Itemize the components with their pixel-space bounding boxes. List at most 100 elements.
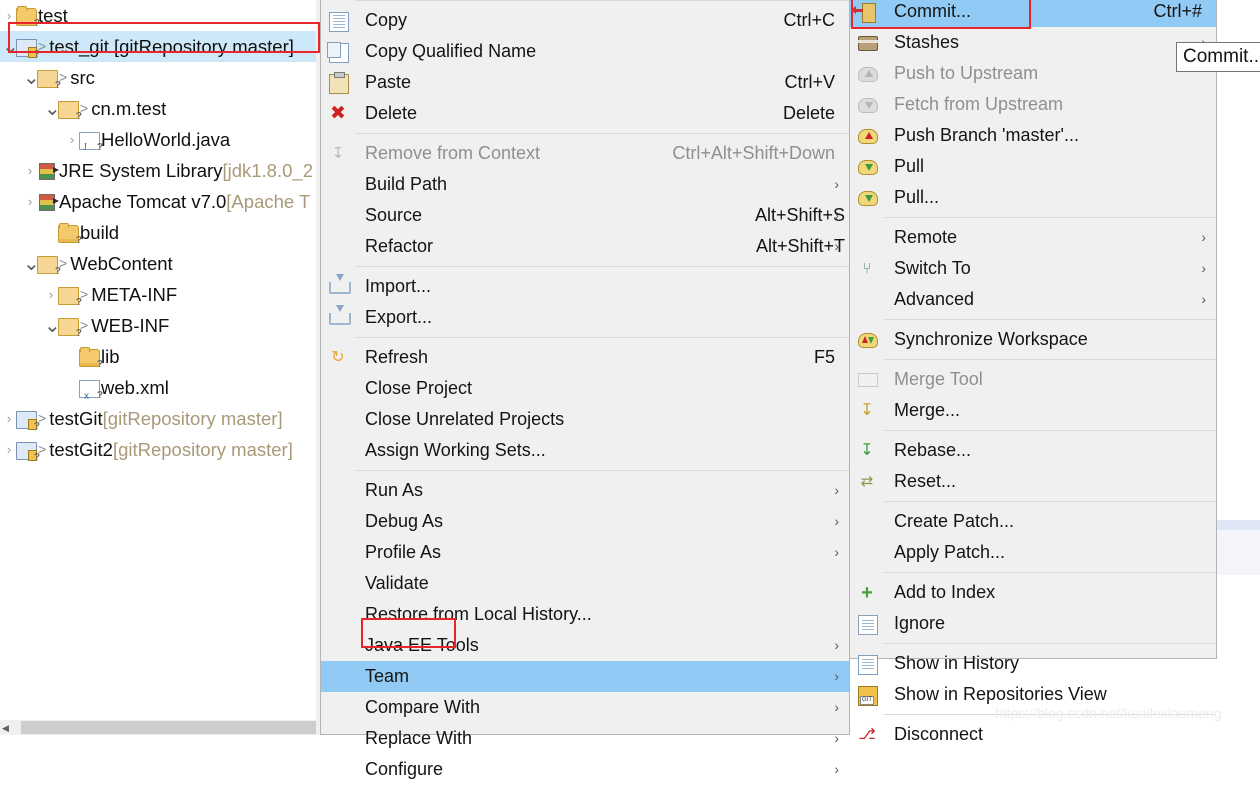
menu-item[interactable]: Commit... Ctrl+# [850,0,1216,27]
export-icon [321,304,355,328]
repositories-icon [850,685,884,706]
tree-item-label: testGit2 [49,439,113,460]
menu-item[interactable]: Copy Ctrl+C [321,5,849,36]
menu-item-label: Team [365,666,410,686]
expand-arrow-right-icon[interactable]: › [2,434,16,465]
expand-arrow-right-icon[interactable]: › [2,0,16,31]
menu-item[interactable]: + Add to Index [850,577,1216,608]
menu-item[interactable]: Profile As › [321,537,849,568]
expand-arrow-right-icon[interactable]: › [23,186,37,217]
menu-item[interactable]: Import... [321,271,849,302]
menu-item-label: Switch To [894,258,971,278]
tree-item[interactable]: ⌄? > src [0,62,320,93]
menu-item[interactable]: Build Path › [321,169,849,200]
tree-item[interactable]: ⌄? > cn.m.test [0,93,320,124]
menu-item[interactable]: Stashes› [850,27,1216,58]
menu-item-label: Run As [365,480,424,500]
menu-item[interactable]: Synchronize Workspace [850,324,1216,355]
menu-item[interactable]: ↧ Merge... [850,395,1216,426]
menu-item[interactable]: Apply Patch... [850,537,1216,568]
menu-item[interactable]: Push Branch 'master'... [850,120,1216,151]
menu-item-label: Merge... [894,400,961,420]
scroll-left-arrow-icon[interactable]: ◀ [2,723,9,734]
menu-item[interactable]: ⇄ Reset... [850,466,1216,497]
tree-item[interactable]: ›? test [0,0,320,31]
menu-item[interactable]: Close Unrelated Projects [321,404,849,435]
expand-arrow-right-icon[interactable]: › [44,279,58,310]
menu-item[interactable]: Export... [321,302,849,333]
tree-item[interactable]: › Apache Tomcat v7.0 [Apache T [0,186,320,217]
menu-item[interactable]: Pull... [850,182,1216,213]
tree-item[interactable]: ? lib [0,341,320,372]
menu-item[interactable]: Remote › [850,222,1216,253]
expand-arrow-down-icon[interactable]: ⌄ [44,315,61,337]
scrollbar-thumb[interactable] [21,721,316,734]
menu-item: Fetch from Upstream [850,89,1216,120]
menu-item[interactable]: Replace With › [321,723,849,754]
menu-item: ↧ Remove from Context Ctrl+Alt+Shift+Down [321,138,849,169]
expand-arrow-right-icon[interactable]: › [2,403,16,434]
tree-item[interactable]: ⌄? > test_git [gitRepository master] [0,31,320,62]
tree-item-label: META-INF [91,284,178,305]
expand-arrow-down-icon[interactable]: ⌄ [23,253,40,275]
menu-item[interactable]: Paste Ctrl+V [321,67,849,98]
menu-item[interactable]: Ignore [850,608,1216,639]
decorator-question-icon: ? [54,79,61,91]
team-submenu[interactable]: Commit...Ctrl+#Stashes›Push to UpstreamF… [849,0,1217,744]
expand-arrow-right-icon[interactable]: › [23,155,37,186]
tree-item[interactable]: › JRE System Library [jdk1.8.0_2 [0,155,320,186]
remove-from-context-icon: ↧ [331,144,345,162]
menu-item-label: Stashes [894,32,960,52]
menu-item-no-icon [850,228,884,248]
tree-item-label: test_git [gitRepository master] [49,36,294,57]
menu-item[interactable]: ✖ Delete Delete [321,98,849,129]
menu-item[interactable]: Create Patch... [850,506,1216,537]
menu-item[interactable]: Refactor Alt+Shift+T › [321,231,849,262]
push-branch-icon [850,126,884,146]
menu-item[interactable]: Assign Working Sets... [321,435,849,466]
menu-item-label: Restore from Local History... [365,604,592,624]
menu-item-label: Build Path [365,174,448,194]
menu-item[interactable]: Copy Qualified Name [321,36,849,67]
expand-arrow-down-icon[interactable]: ⌄ [23,67,40,89]
menu-item[interactable]: Team › [321,661,849,692]
menu-item-no-icon [321,574,355,594]
menu-item-label: Refactor [365,236,434,256]
menu-item[interactable]: Java EE Tools › [321,630,849,661]
menu-item[interactable]: Advanced › [850,284,1216,315]
menu-item[interactable]: Source Alt+Shift+S › [321,200,849,231]
tree-item[interactable]: ›? > testGit [gitRepository master] [0,403,320,434]
menu-item[interactable]: ↧ Rebase... [850,435,1216,466]
explorer-horizontal-scrollbar[interactable]: ◀ [0,720,320,735]
menu-item[interactable]: Debug As › [321,506,849,537]
tree-item[interactable]: ? build [0,217,320,248]
tree-item[interactable]: ›? > META-INF [0,279,320,310]
tree-item[interactable]: ?web.xml [0,372,320,412]
menu-item[interactable]: Run As › [321,475,849,506]
submenu-arrow-icon: › [834,238,839,254]
fetch-upstream-icon [850,95,884,115]
menu-item-shortcut: F5 [813,347,835,367]
menu-item[interactable]: Restore from Local History... [321,599,849,630]
tree-item[interactable]: ›?HelloWorld.java [0,124,320,163]
menu-item[interactable]: Pull [850,151,1216,182]
menu-item[interactable]: Close Project [321,373,849,404]
menu-item[interactable]: ↻ Refresh F5 [321,342,849,373]
tree-item[interactable]: ⌄? > WebContent [0,248,320,279]
expand-arrow-right-icon[interactable]: › [65,124,79,155]
project-explorer[interactable]: ›? test ⌄? > test_git [gitRepository master]… [0,0,320,735]
tree-item-label: WebContent [70,253,173,274]
menu-item[interactable]: Compare With › [321,692,849,723]
menu-item[interactable]: Show in History [850,648,1216,679]
menu-item[interactable]: Validate [321,568,849,599]
menu-item[interactable]: Configure › [321,754,849,785]
decorator-question-icon: ? [75,327,82,339]
project-context-menu[interactable]: Copy Ctrl+C Copy Qualified Name Paste Ctrl+V… [320,0,850,779]
expand-arrow-down-icon[interactable]: ⌄ [2,36,19,58]
tree-item-detail: [Apache T [226,191,311,212]
menu-item[interactable]: ⑂ Switch To › [850,253,1216,284]
expand-arrow-down-icon[interactable]: ⌄ [44,98,61,120]
tree-item[interactable]: ⌄? > WEB-INF [0,310,320,341]
tree-item[interactable]: ›? > testGit2 [gitRepository master] [0,434,320,465]
menu-item-label: Merge Tool [894,369,983,389]
